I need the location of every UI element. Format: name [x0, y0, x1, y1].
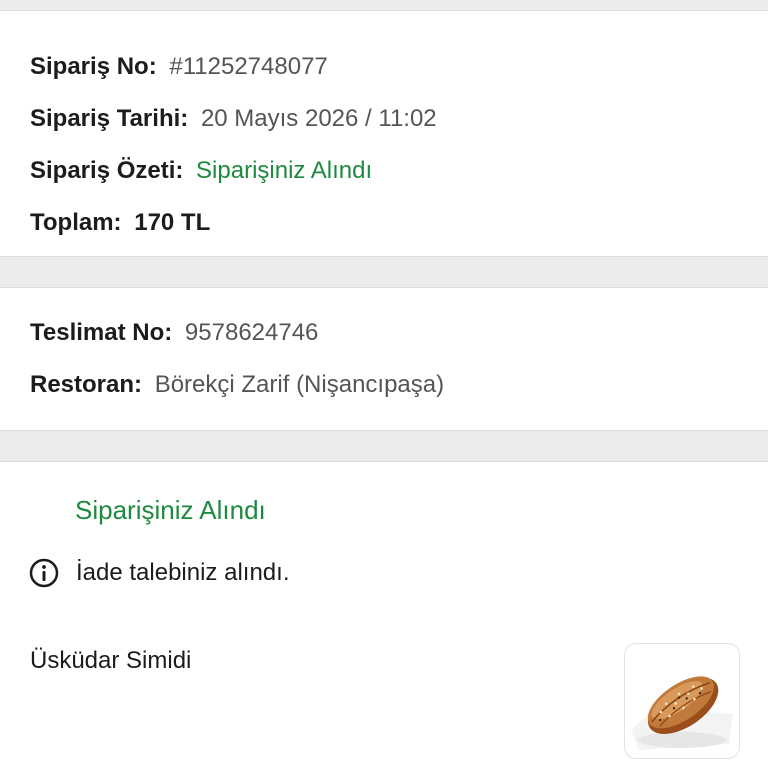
order-status-card: Siparişiniz Alındı İade talebiniz alındı…: [0, 462, 768, 768]
order-date-row: Sipariş Tarihi: 20 Mayıs 2026 / 11:02: [30, 104, 437, 134]
delivery-number-label: Teslimat No:: [30, 319, 173, 346]
section-gap: [0, 257, 768, 288]
info-icon: [28, 557, 60, 589]
order-info-card: Sipariş No: #11252748077 Sipariş Tarihi:…: [0, 11, 768, 257]
delivery-number-row: Teslimat No: 9578624746: [30, 318, 318, 348]
product-image[interactable]: [624, 643, 740, 759]
order-date-label: Sipariş Tarihi:: [30, 105, 189, 132]
status-title: Siparişiniz Alındı: [75, 495, 266, 525]
delivery-info-card: Teslimat No: 9578624746 Restoran: Börekç…: [0, 288, 768, 431]
order-number-value: #11252748077: [169, 53, 328, 80]
order-number-label: Sipariş No:: [30, 53, 157, 80]
restaurant-label: Restoran:: [30, 371, 143, 398]
restaurant-value: Börekçi Zarif (Nişancıpaşa): [154, 371, 445, 398]
product-name: Üsküdar Simidi: [30, 647, 192, 674]
order-summary-row: Sipariş Özeti: Siparişiniz Alındı: [30, 156, 372, 186]
refund-notice: İade talebiniz alındı.: [28, 557, 289, 589]
section-gap: [0, 431, 768, 462]
order-date-value: 20 Mayıs 2026 / 11:02: [200, 105, 437, 132]
restaurant-row: Restoran: Börekçi Zarif (Nişancıpaşa): [30, 370, 444, 400]
order-summary-label: Sipariş Özeti:: [30, 157, 184, 184]
order-total-value: 170 TL: [134, 209, 211, 236]
top-gap: [0, 0, 768, 11]
refund-text: İade talebiniz alındı.: [76, 559, 290, 586]
delivery-number-value: 9578624746: [184, 319, 319, 346]
order-total-row: Toplam: 170 TL: [30, 208, 210, 238]
order-number-row: Sipariş No: #11252748077: [30, 52, 328, 82]
simit-image: [631, 676, 733, 750]
order-summary-value: Siparişiniz Alındı: [196, 157, 373, 184]
order-total-label: Toplam:: [30, 209, 122, 236]
